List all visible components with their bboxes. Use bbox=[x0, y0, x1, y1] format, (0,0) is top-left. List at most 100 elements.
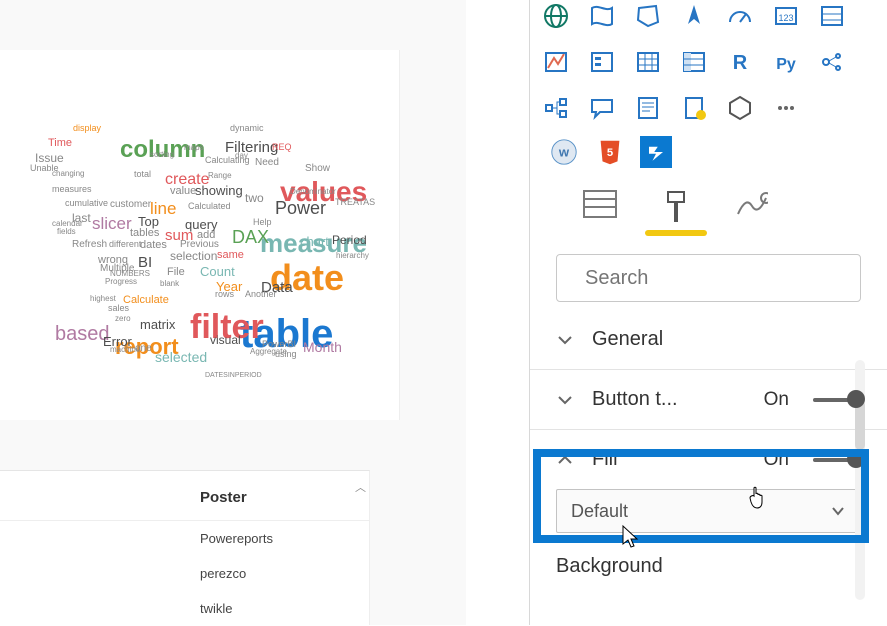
table-visual[interactable]: Poster Powereportsperezcotwikle ︿ bbox=[0, 470, 370, 625]
cloud-word: Refresh bbox=[72, 240, 107, 250]
cloud-word: selected bbox=[155, 350, 207, 364]
cloud-word: hierarchy bbox=[336, 252, 369, 260]
format-tab[interactable] bbox=[658, 190, 694, 238]
custom-visuals-row: w 5 bbox=[530, 124, 887, 172]
cloud-word: measures bbox=[52, 185, 92, 194]
py-icon[interactable]: Py bbox=[770, 46, 802, 78]
flow-icon[interactable] bbox=[640, 136, 672, 168]
cloud-word: dynamic bbox=[230, 124, 264, 133]
cloud-word: Show bbox=[305, 164, 330, 174]
cloud-word: Count bbox=[200, 265, 235, 278]
shape-map-icon[interactable] bbox=[632, 0, 664, 32]
cloud-word: different bbox=[109, 240, 141, 249]
cloud-word: rows bbox=[215, 290, 234, 299]
background-label: Background bbox=[556, 555, 861, 578]
table-row[interactable]: Powereports bbox=[0, 521, 369, 556]
cloud-word: changing bbox=[52, 170, 84, 178]
svg-text:123: 123 bbox=[778, 13, 793, 23]
svg-text:R: R bbox=[733, 52, 748, 74]
cloud-word: Range bbox=[208, 172, 232, 180]
svg-text:Py: Py bbox=[776, 56, 796, 73]
format-search[interactable] bbox=[556, 254, 861, 302]
r-icon[interactable]: R bbox=[724, 46, 756, 78]
section-background[interactable]: Background bbox=[530, 547, 887, 596]
cloud-word: machine bbox=[110, 346, 140, 354]
cloud-word: two bbox=[245, 192, 264, 204]
cloud-word: selection bbox=[170, 250, 217, 262]
analytics-tab[interactable] bbox=[734, 190, 770, 238]
chevron-down-icon bbox=[556, 391, 574, 409]
report-canvas[interactable]: tabledatefiltervaluesmeasurecolumnreport… bbox=[0, 0, 466, 625]
table-header-poster[interactable]: Poster bbox=[0, 471, 369, 521]
kpi-icon[interactable] bbox=[540, 46, 572, 78]
cloud-word: Aggregate bbox=[250, 348, 287, 356]
scrollbar-thumb[interactable] bbox=[855, 400, 865, 450]
cloud-word: Filtering bbox=[225, 140, 278, 155]
cloud-word: REQ bbox=[272, 143, 292, 152]
svg-text:w: w bbox=[558, 145, 570, 160]
filled-map-icon[interactable] bbox=[586, 0, 618, 32]
chevron-down-icon bbox=[556, 331, 574, 349]
fill-toggle[interactable] bbox=[813, 458, 861, 462]
cloud-word: day bbox=[235, 152, 248, 160]
paginated-icon[interactable] bbox=[678, 92, 710, 124]
cloud-word: Period bbox=[332, 234, 367, 246]
section-fill[interactable]: Fill On bbox=[530, 430, 887, 489]
section-button-text[interactable]: Button t... On bbox=[530, 370, 887, 430]
card-icon[interactable]: 123 bbox=[770, 0, 802, 32]
cloud-word: Calculate bbox=[123, 295, 169, 306]
cloud-word: sales bbox=[108, 304, 129, 313]
cloud-word: Help bbox=[253, 218, 272, 227]
multirow-icon[interactable] bbox=[816, 0, 848, 32]
matrix-icon[interactable] bbox=[678, 46, 710, 78]
svg-text:5: 5 bbox=[607, 147, 613, 159]
html-viewer-icon[interactable]: 5 bbox=[594, 136, 626, 168]
section-general[interactable]: General bbox=[530, 310, 887, 370]
gauge-icon[interactable] bbox=[724, 0, 756, 32]
table-scroll-up-icon[interactable]: ︿ bbox=[355, 479, 367, 495]
search-input[interactable] bbox=[585, 267, 850, 290]
cloud-word: customer bbox=[110, 200, 151, 210]
cloud-word: highest bbox=[90, 295, 116, 303]
slicer-icon[interactable] bbox=[586, 46, 618, 78]
cloud-word: Progress bbox=[105, 278, 137, 286]
cloud-word: sorting bbox=[150, 151, 174, 159]
cloud-word: showing bbox=[195, 184, 243, 197]
cloud-word: total bbox=[134, 170, 151, 179]
cloud-word: DATESINPERIOD bbox=[205, 372, 262, 379]
cloud-word: chart bbox=[300, 235, 329, 248]
cloud-word: Month bbox=[303, 340, 342, 354]
cloud-word: DAX bbox=[232, 228, 269, 246]
cloud-word: Time bbox=[48, 138, 72, 149]
azure-map-icon[interactable] bbox=[678, 0, 710, 32]
fill-state-dropdown[interactable]: Default bbox=[556, 489, 861, 533]
qa-icon[interactable] bbox=[586, 92, 618, 124]
decomposition-icon[interactable] bbox=[540, 92, 572, 124]
key-influencers-icon[interactable] bbox=[816, 46, 848, 78]
cloud-word: matrix bbox=[140, 318, 175, 331]
more-icon[interactable] bbox=[770, 92, 802, 124]
dropdown-selected: Default bbox=[571, 501, 628, 522]
table-row[interactable]: twikle bbox=[0, 591, 369, 626]
globe-icon[interactable] bbox=[540, 0, 572, 32]
button-text-state: On bbox=[764, 389, 789, 411]
cloud-word: TREATAS bbox=[335, 198, 375, 207]
narrative-icon[interactable] bbox=[632, 92, 664, 124]
cloud-word: BI bbox=[138, 255, 152, 270]
cloud-word: same bbox=[217, 250, 244, 261]
button-text-toggle[interactable] bbox=[813, 398, 861, 402]
table-icon[interactable] bbox=[632, 46, 664, 78]
cloud-word: slicer bbox=[92, 215, 132, 232]
cloud-word: zero bbox=[115, 315, 131, 323]
format-pane-tabs bbox=[530, 172, 887, 238]
wordcloud-custom-icon[interactable]: w bbox=[548, 136, 580, 168]
visualization-gallery: 123 R Py bbox=[530, 0, 887, 124]
cloud-word: Previous bbox=[180, 240, 219, 250]
cloud-word: Need bbox=[255, 158, 279, 168]
wordcloud-visual[interactable]: tabledatefiltervaluesmeasurecolumnreport… bbox=[0, 50, 400, 420]
cloud-word: display bbox=[73, 124, 101, 133]
fill-label: Fill bbox=[592, 448, 746, 471]
table-row[interactable]: perezco bbox=[0, 556, 369, 591]
fields-tab[interactable] bbox=[582, 190, 618, 238]
goals-icon[interactable] bbox=[724, 92, 756, 124]
